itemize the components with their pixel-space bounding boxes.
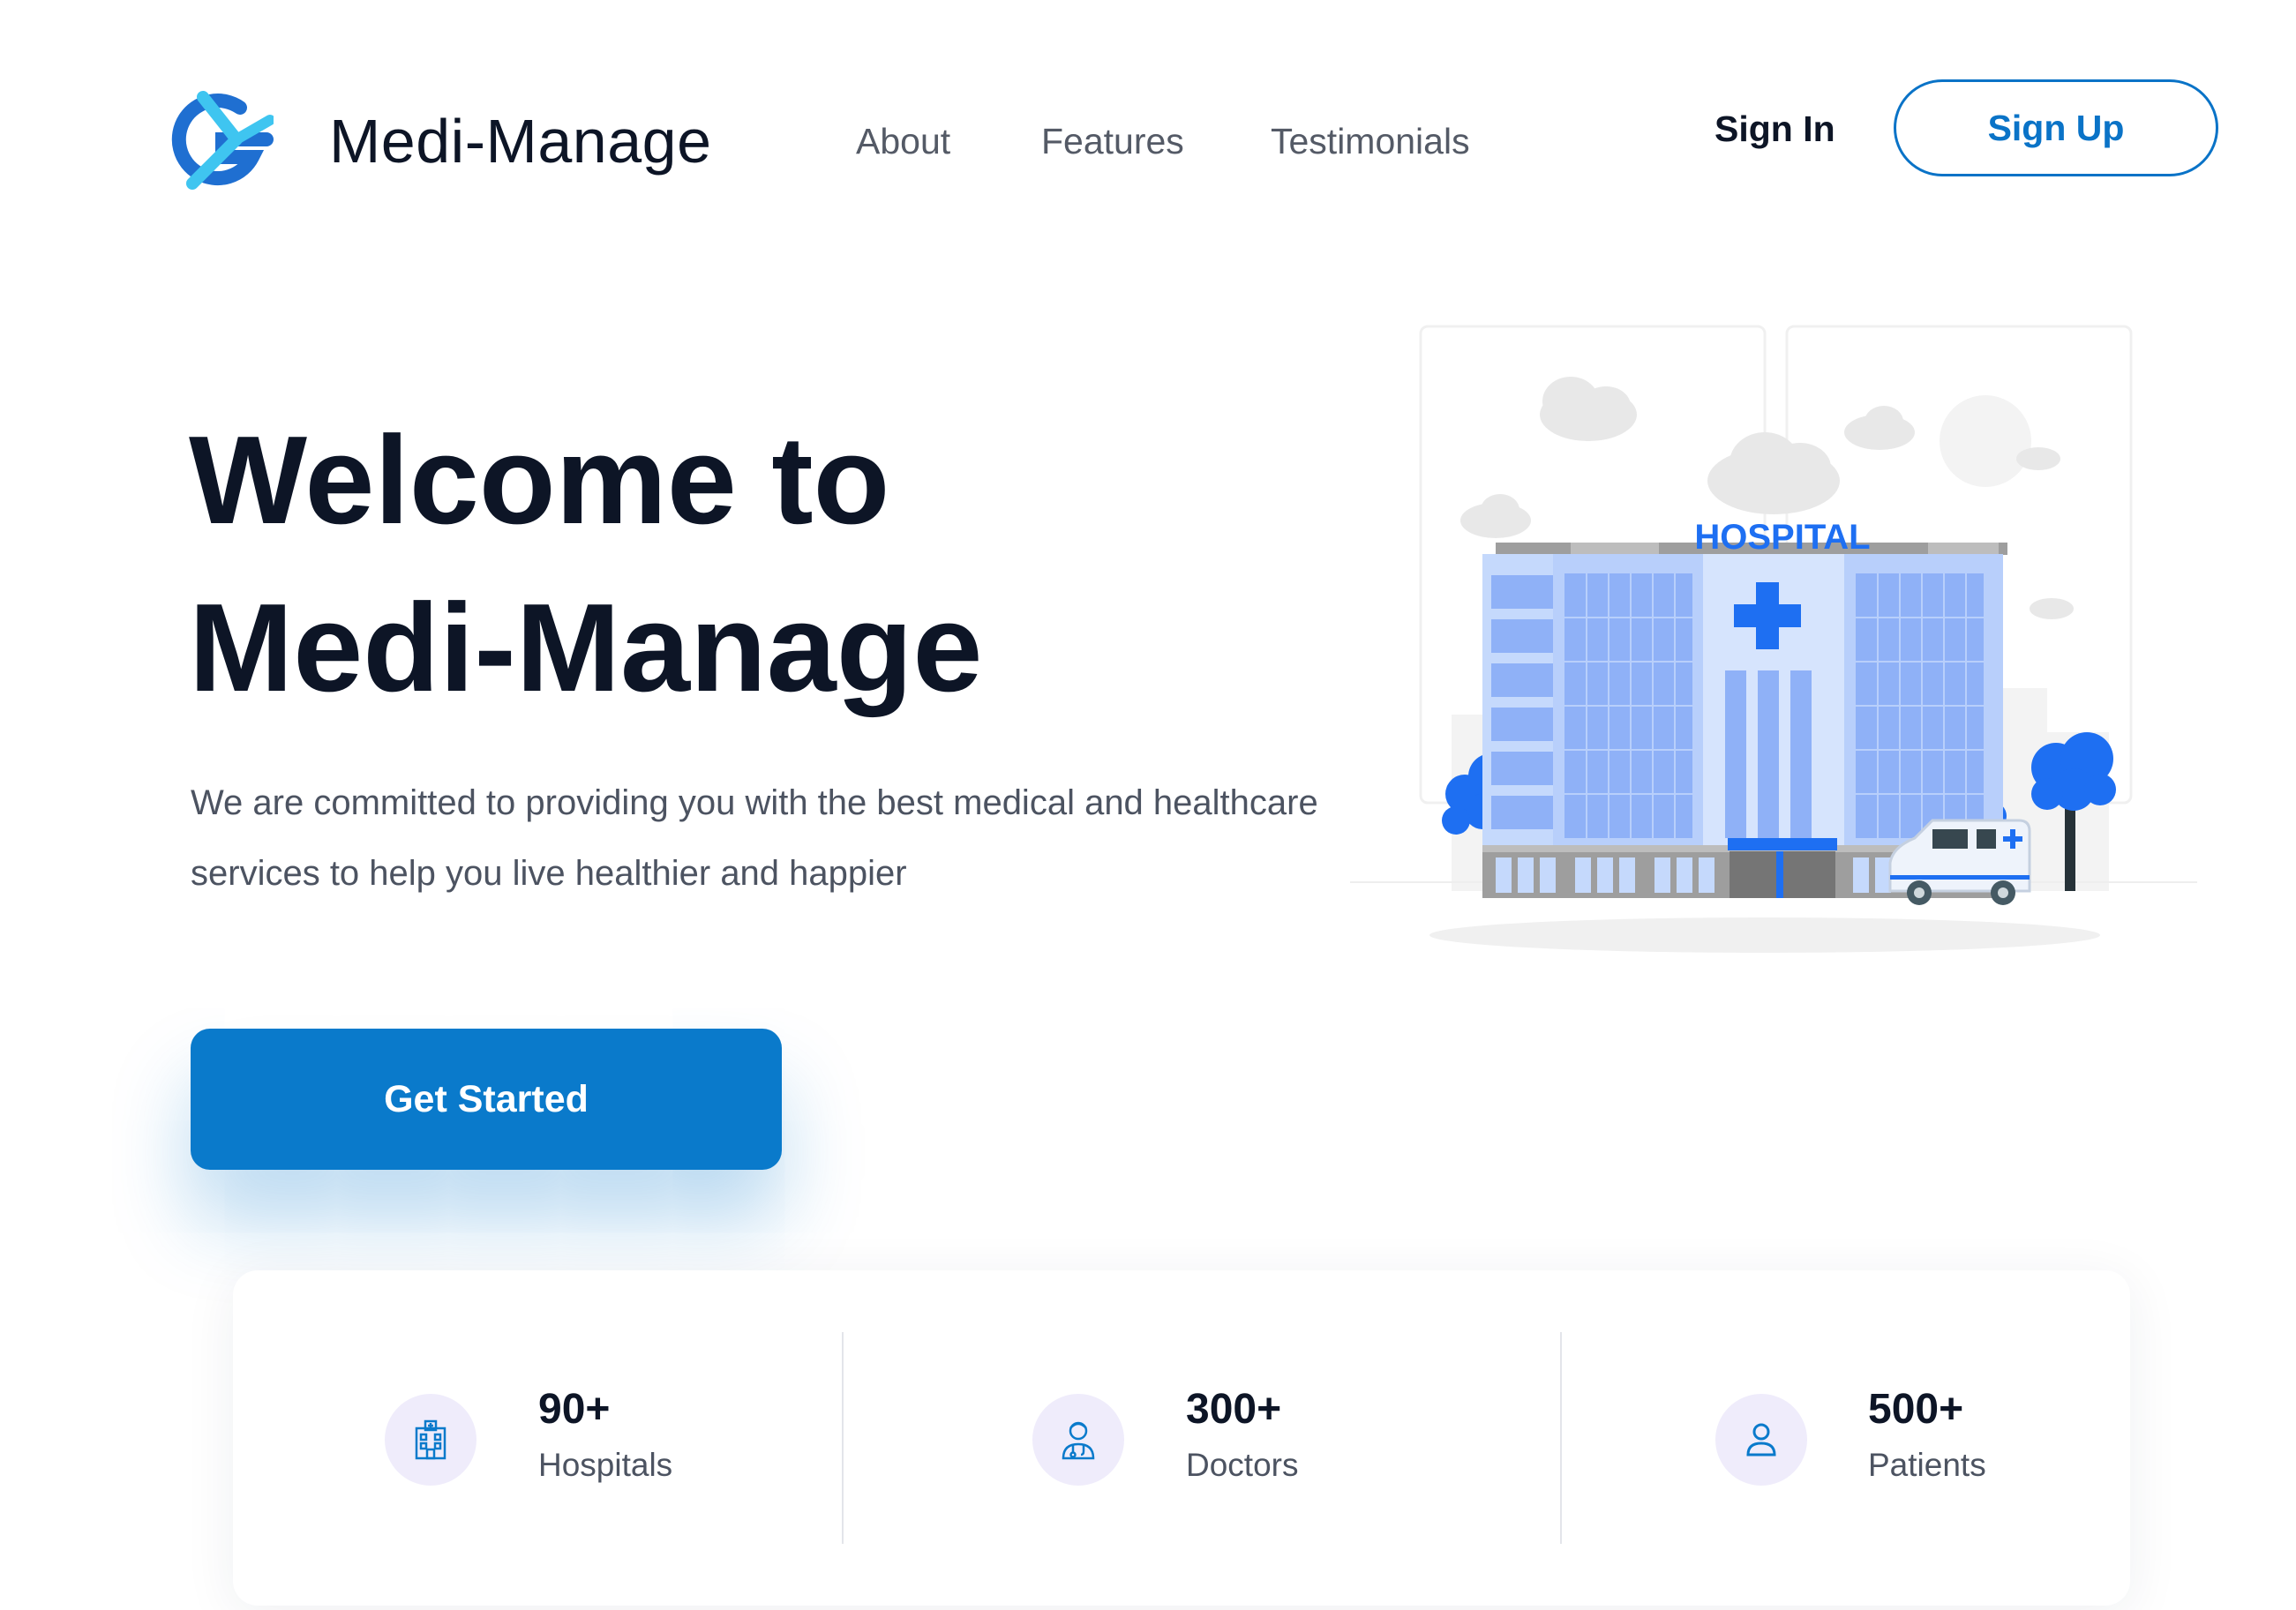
sign-in-link[interactable]: Sign In — [1714, 109, 1835, 150]
hospital-icon — [385, 1394, 476, 1486]
nav-features[interactable]: Features — [1041, 121, 1184, 162]
hospitals-label: Hospitals — [538, 1447, 673, 1483]
sign-up-button[interactable]: Sign Up — [1894, 79, 2218, 176]
patients-count: 500+ — [1868, 1386, 1964, 1433]
hero-title-line-1: Welcome to — [189, 410, 890, 550]
logo-icon[interactable] — [168, 88, 274, 190]
hero-title-line-2: Medi-Manage — [189, 578, 983, 718]
get-started-button[interactable]: Get Started — [191, 1029, 782, 1170]
hero-title: Welcome to Medi-Manage — [189, 397, 982, 732]
hospitals-count: 90+ — [538, 1386, 611, 1433]
user-icon — [1715, 1394, 1807, 1486]
stats-divider — [842, 1332, 844, 1544]
stats-divider — [1560, 1332, 1562, 1544]
doctor-icon — [1032, 1394, 1124, 1486]
hero-subtitle: We are committed to providing you with t… — [191, 783, 1318, 893]
hospital-illustration: HOSPITAL — [1350, 325, 2197, 953]
doctors-label: Doctors — [1186, 1447, 1299, 1483]
doctors-count: 300+ — [1186, 1386, 1282, 1433]
brand-name[interactable]: Medi-Manage — [329, 106, 712, 176]
hospital-sign: HOSPITAL — [1694, 518, 1870, 557]
nav-about[interactable]: About — [856, 121, 950, 162]
patients-label: Patients — [1868, 1447, 1986, 1483]
nav-testimonials[interactable]: Testimonials — [1271, 121, 1470, 162]
stats-card: 90+ Hospitals 300+ Doctors 500+ Patients — [233, 1270, 2130, 1606]
